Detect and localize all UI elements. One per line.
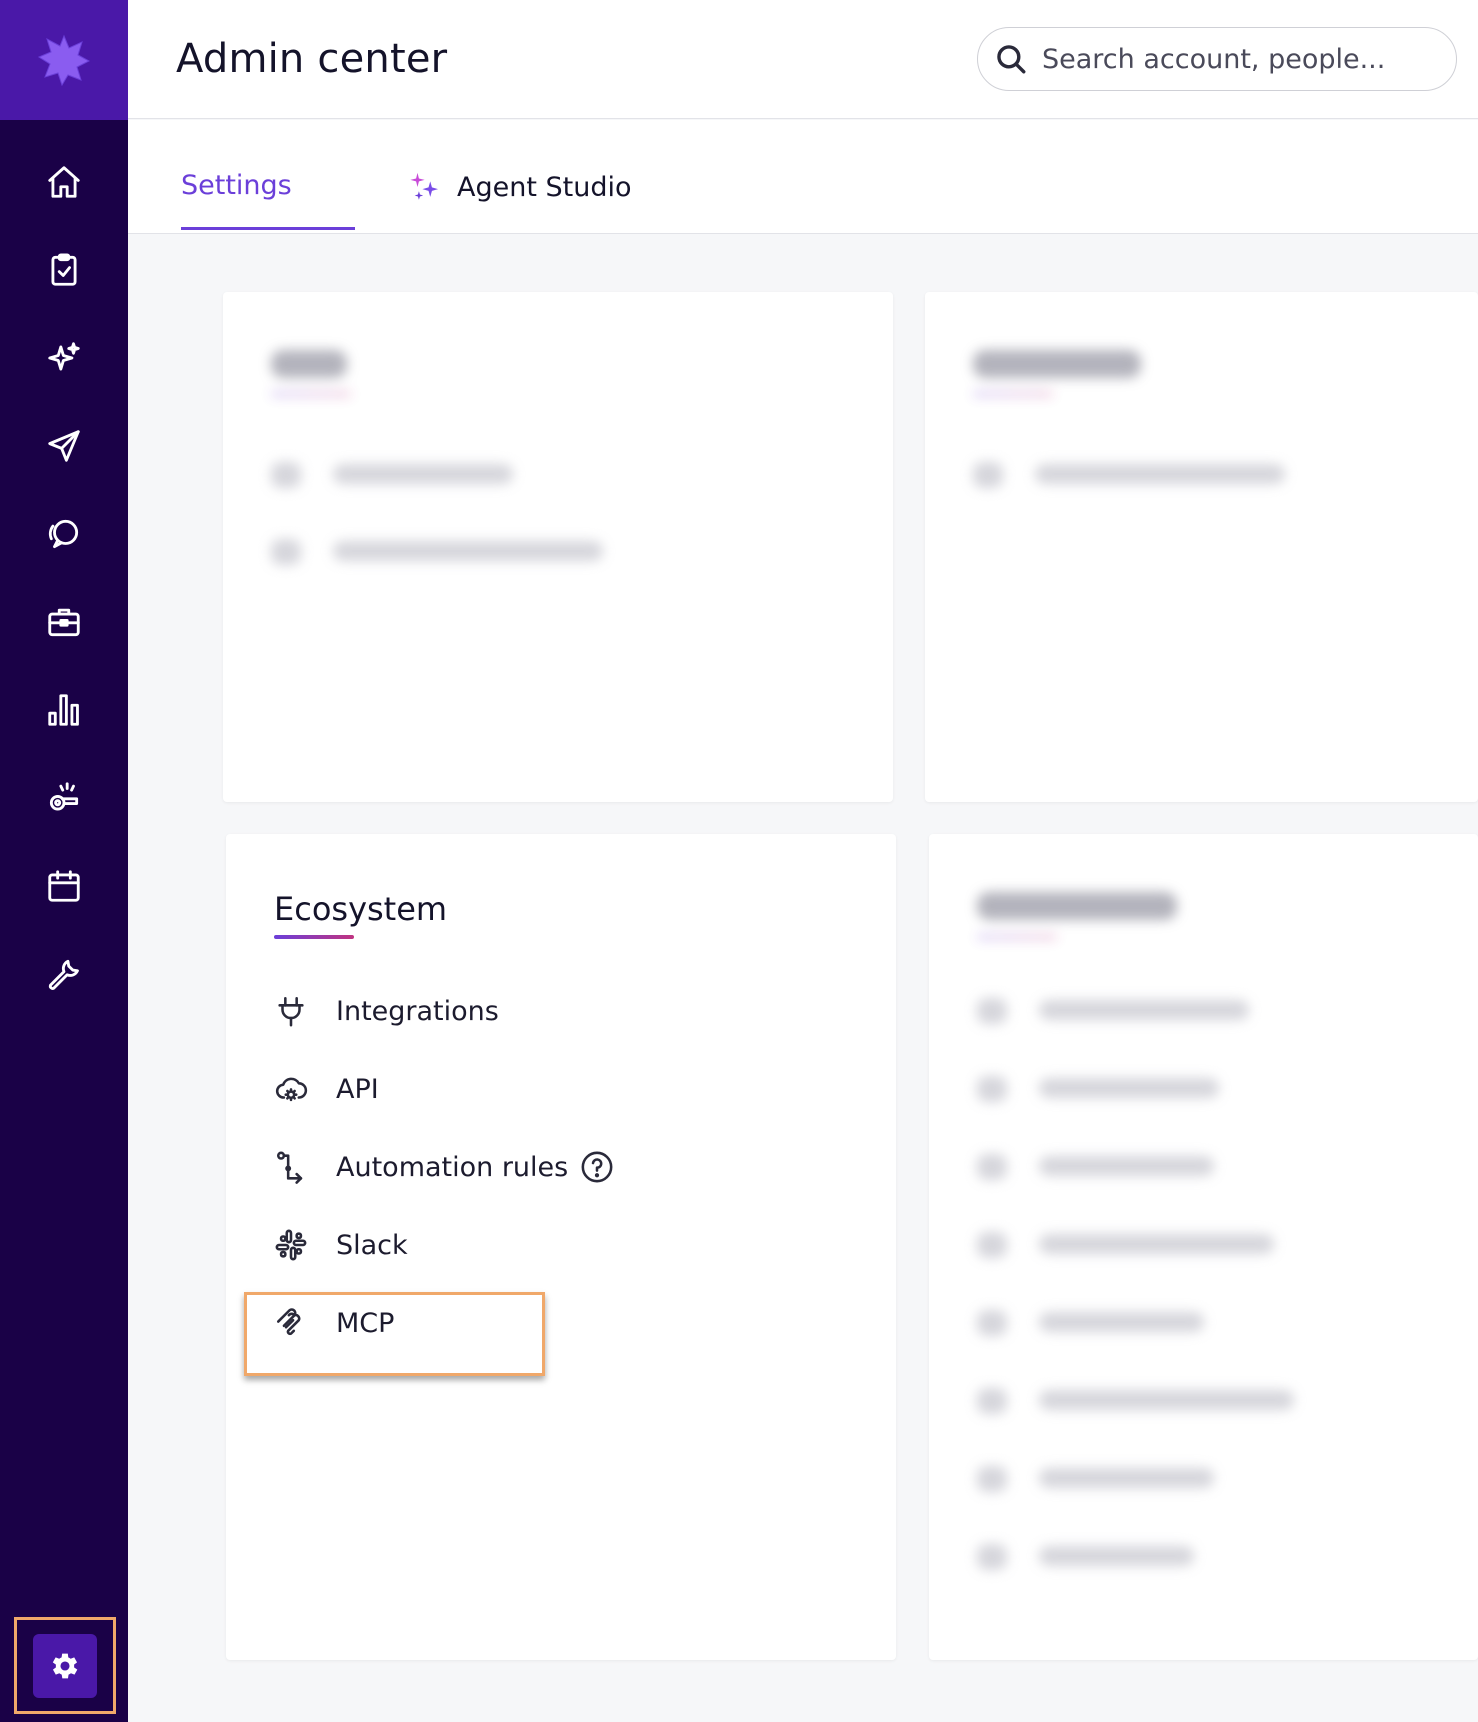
tab-agent-studio-label: Agent Studio <box>457 171 632 203</box>
nav-tasks[interactable] <box>34 240 94 300</box>
card-title: Ecosystem <box>274 890 448 928</box>
search-input[interactable] <box>1042 43 1412 75</box>
page-title: Admin center <box>176 36 448 82</box>
slack-icon <box>275 1229 307 1261</box>
flow-icon <box>276 1151 303 1184</box>
nav-calendar[interactable] <box>34 856 94 916</box>
menu-item-slack[interactable]: Slack <box>274 1228 408 1262</box>
calendar-icon <box>48 870 80 902</box>
sparkle-icon <box>410 172 439 200</box>
tab-agent-studio[interactable]: Agent Studio <box>409 170 632 204</box>
menu-item-label: Automation rules <box>336 1151 569 1183</box>
menu-item-integrations[interactable]: Integrations <box>274 994 499 1028</box>
card-blurred-2 <box>925 292 1478 802</box>
menu-item-automation-rules[interactable]: Automation rules <box>274 1150 614 1184</box>
menu-item-label: API <box>336 1073 379 1105</box>
help-icon[interactable] <box>580 1150 614 1184</box>
menu-item-api[interactable]: API <box>274 1072 379 1106</box>
search-icon <box>997 45 1026 74</box>
clipboard-check-icon <box>51 253 77 286</box>
wrench-icon <box>48 959 79 990</box>
burst-logo-icon <box>38 34 90 86</box>
card-blurred-3 <box>929 834 1478 1660</box>
nav-coaching[interactable] <box>34 768 94 828</box>
nav-tools[interactable] <box>34 944 94 1004</box>
menu-item-label: Slack <box>336 1229 408 1261</box>
home-icon <box>48 166 80 198</box>
whistle-icon <box>49 782 79 811</box>
plug-icon <box>278 996 304 1027</box>
logo[interactable] <box>0 0 128 120</box>
search-box[interactable] <box>977 27 1457 91</box>
tab-settings[interactable]: Settings <box>181 170 292 201</box>
nav-ai[interactable] <box>34 328 94 388</box>
tab-bar: Settings Agent Studio <box>128 120 1478 234</box>
card-title-underline <box>274 935 354 939</box>
bar-chart-icon <box>48 694 79 726</box>
settings-button[interactable] <box>33 1633 97 1698</box>
settings-highlight <box>14 1617 116 1714</box>
nav-analytics[interactable] <box>34 680 94 740</box>
nav-deals[interactable] <box>34 592 94 652</box>
tab-settings-label: Settings <box>181 170 292 201</box>
mcp-highlight-box <box>244 1292 545 1376</box>
cloud-gear-icon <box>275 1077 308 1102</box>
nav-engage[interactable] <box>34 416 94 476</box>
nav-conversations[interactable] <box>34 504 94 564</box>
briefcase-icon <box>48 608 80 637</box>
chat-bubbles-icon <box>48 519 79 549</box>
active-tab-indicator <box>181 227 355 230</box>
sparkle-icon <box>48 342 80 371</box>
nav-home[interactable] <box>34 152 94 212</box>
sidebar <box>0 0 128 1722</box>
card-blurred-1 <box>223 292 893 802</box>
gear-icon <box>52 1653 78 1678</box>
send-icon <box>48 430 80 462</box>
card-ecosystem: Ecosystem Integrations API Automation ru… <box>226 834 896 1660</box>
header: Admin center <box>128 0 1478 119</box>
menu-item-label: Integrations <box>336 995 499 1027</box>
